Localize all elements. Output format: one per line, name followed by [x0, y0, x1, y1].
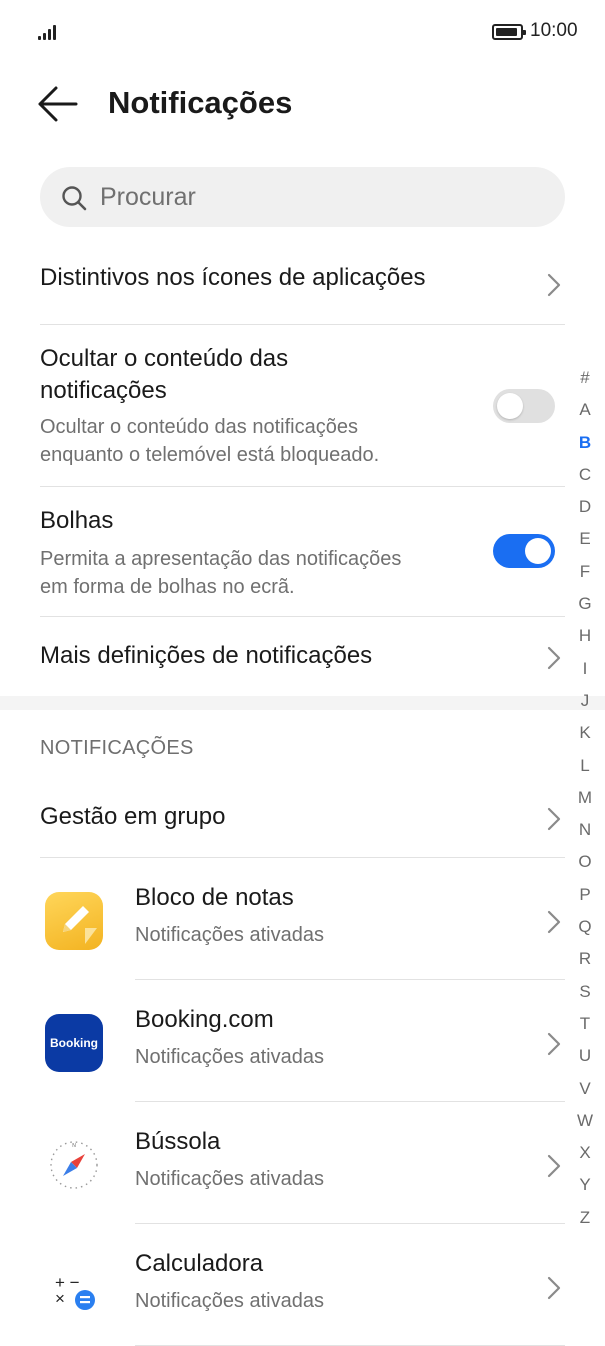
bubbles-title: Bolhas	[40, 507, 114, 534]
index-letter[interactable]: J	[570, 685, 600, 717]
index-letter[interactable]: Y	[570, 1169, 600, 1201]
index-letter[interactable]: I	[570, 653, 600, 685]
index-letter[interactable]: W	[570, 1105, 600, 1137]
hide-content-row[interactable]: Ocultar o conteúdo das notificações Ocul…	[40, 343, 565, 473]
index-letter[interactable]: X	[570, 1137, 600, 1169]
chevron-right-icon	[547, 1032, 561, 1056]
header: Notificações	[0, 70, 605, 140]
app-name: Calculadora	[135, 1250, 264, 1277]
search-icon	[62, 186, 87, 211]
more-settings-title: Mais definições de notificações	[40, 642, 373, 669]
group-management-row[interactable]: Gestão em grupo	[40, 801, 565, 841]
compass-icon: N	[45, 1136, 103, 1194]
divider	[40, 486, 565, 487]
notepad-icon	[45, 892, 103, 950]
chevron-right-icon	[547, 646, 561, 670]
hide-content-title-line2: notificações	[40, 377, 167, 404]
search-input[interactable]	[100, 167, 540, 227]
index-letter[interactable]: P	[570, 879, 600, 911]
index-letter[interactable]: G	[570, 588, 600, 620]
bubbles-subtitle-line2: em forma de bolhas no ecrã.	[40, 576, 295, 598]
compass-icon-text: N	[72, 1143, 76, 1149]
back-button[interactable]	[36, 84, 82, 124]
divider	[40, 324, 565, 325]
index-letter[interactable]: S	[570, 976, 600, 1008]
back-arrow-icon	[38, 86, 78, 122]
badges-row[interactable]: Distintivos nos ícones de aplicações	[40, 262, 565, 308]
index-letter[interactable]: A	[570, 394, 600, 426]
index-letter[interactable]: V	[570, 1073, 600, 1105]
app-status: Notificações ativadas	[135, 924, 324, 946]
index-letter[interactable]: H	[570, 620, 600, 652]
hide-content-toggle[interactable]	[493, 389, 555, 423]
more-settings-row[interactable]: Mais definições de notificações	[40, 640, 565, 680]
chevron-right-icon	[547, 807, 561, 831]
app-name: Booking.com	[135, 1006, 274, 1033]
bubbles-toggle[interactable]	[493, 534, 555, 568]
group-management-title: Gestão em grupo	[40, 803, 226, 830]
app-status: Notificações ativadas	[135, 1046, 324, 1068]
calculator-icon: + − ×	[45, 1258, 103, 1316]
index-letter[interactable]: E	[570, 523, 600, 555]
divider	[135, 1101, 565, 1102]
app-name: Bússola	[135, 1128, 221, 1155]
alphabet-index[interactable]: # A B C D E F G H I J K L M N O P Q R S T U V W X Y Z	[570, 362, 600, 1234]
app-row-compass[interactable]: N Bússola Notificações ativadas	[40, 1112, 565, 1222]
hide-content-title-line1: Ocultar o conteúdo das	[40, 345, 289, 372]
index-letter[interactable]: K	[570, 717, 600, 749]
signal-icon	[38, 24, 58, 40]
chevron-right-icon	[547, 1154, 561, 1178]
index-letter[interactable]: R	[570, 943, 600, 975]
chevron-right-icon	[547, 273, 561, 297]
bubbles-row[interactable]: Bolhas Permita a apresentação das notifi…	[40, 505, 565, 601]
hide-content-subtitle-line1: Ocultar o conteúdo das notificações	[40, 416, 358, 438]
index-letter[interactable]: T	[570, 1008, 600, 1040]
app-row-notepad[interactable]: Bloco de notas Notificações ativadas	[40, 868, 565, 978]
index-letter[interactable]: C	[570, 459, 600, 491]
divider	[135, 979, 565, 980]
booking-icon: Booking	[45, 1014, 103, 1072]
status-bar: 10:00	[0, 0, 605, 64]
page-title: Notificações	[108, 85, 293, 120]
index-letter[interactable]: N	[570, 814, 600, 846]
index-letter[interactable]: Q	[570, 911, 600, 943]
index-letter[interactable]: D	[570, 491, 600, 523]
search-bar[interactable]	[40, 167, 565, 227]
index-letter[interactable]: M	[570, 782, 600, 814]
divider	[135, 1223, 565, 1224]
divider	[40, 616, 565, 617]
chevron-right-icon	[547, 910, 561, 934]
index-letter[interactable]: O	[570, 846, 600, 878]
section-label-notifications: NOTIFICAÇÕES	[40, 737, 194, 759]
app-status: Notificações ativadas	[135, 1290, 324, 1312]
app-row-calculator[interactable]: + − × Calculadora Notificações ativadas	[40, 1234, 565, 1344]
battery-icon	[492, 24, 526, 40]
badges-title: Distintivos nos ícones de aplicações	[40, 264, 426, 291]
index-letter[interactable]: B	[570, 427, 600, 459]
hide-content-subtitle-line2: enquanto o telemóvel está bloqueado.	[40, 444, 380, 466]
index-letter[interactable]: #	[570, 362, 600, 394]
index-letter[interactable]: U	[570, 1040, 600, 1072]
app-row-booking[interactable]: Booking Booking.com Notificações ativada…	[40, 990, 565, 1100]
chevron-right-icon	[547, 1276, 561, 1300]
section-separator	[0, 696, 605, 710]
index-letter[interactable]: F	[570, 556, 600, 588]
divider	[40, 857, 565, 858]
app-name: Bloco de notas	[135, 884, 294, 911]
app-status: Notificações ativadas	[135, 1168, 324, 1190]
bubbles-subtitle-line1: Permita a apresentação das notificações	[40, 548, 402, 570]
index-letter[interactable]: L	[570, 750, 600, 782]
booking-icon-text: Booking	[50, 1036, 98, 1050]
status-time: 10:00	[530, 20, 578, 41]
index-letter[interactable]: Z	[570, 1202, 600, 1234]
